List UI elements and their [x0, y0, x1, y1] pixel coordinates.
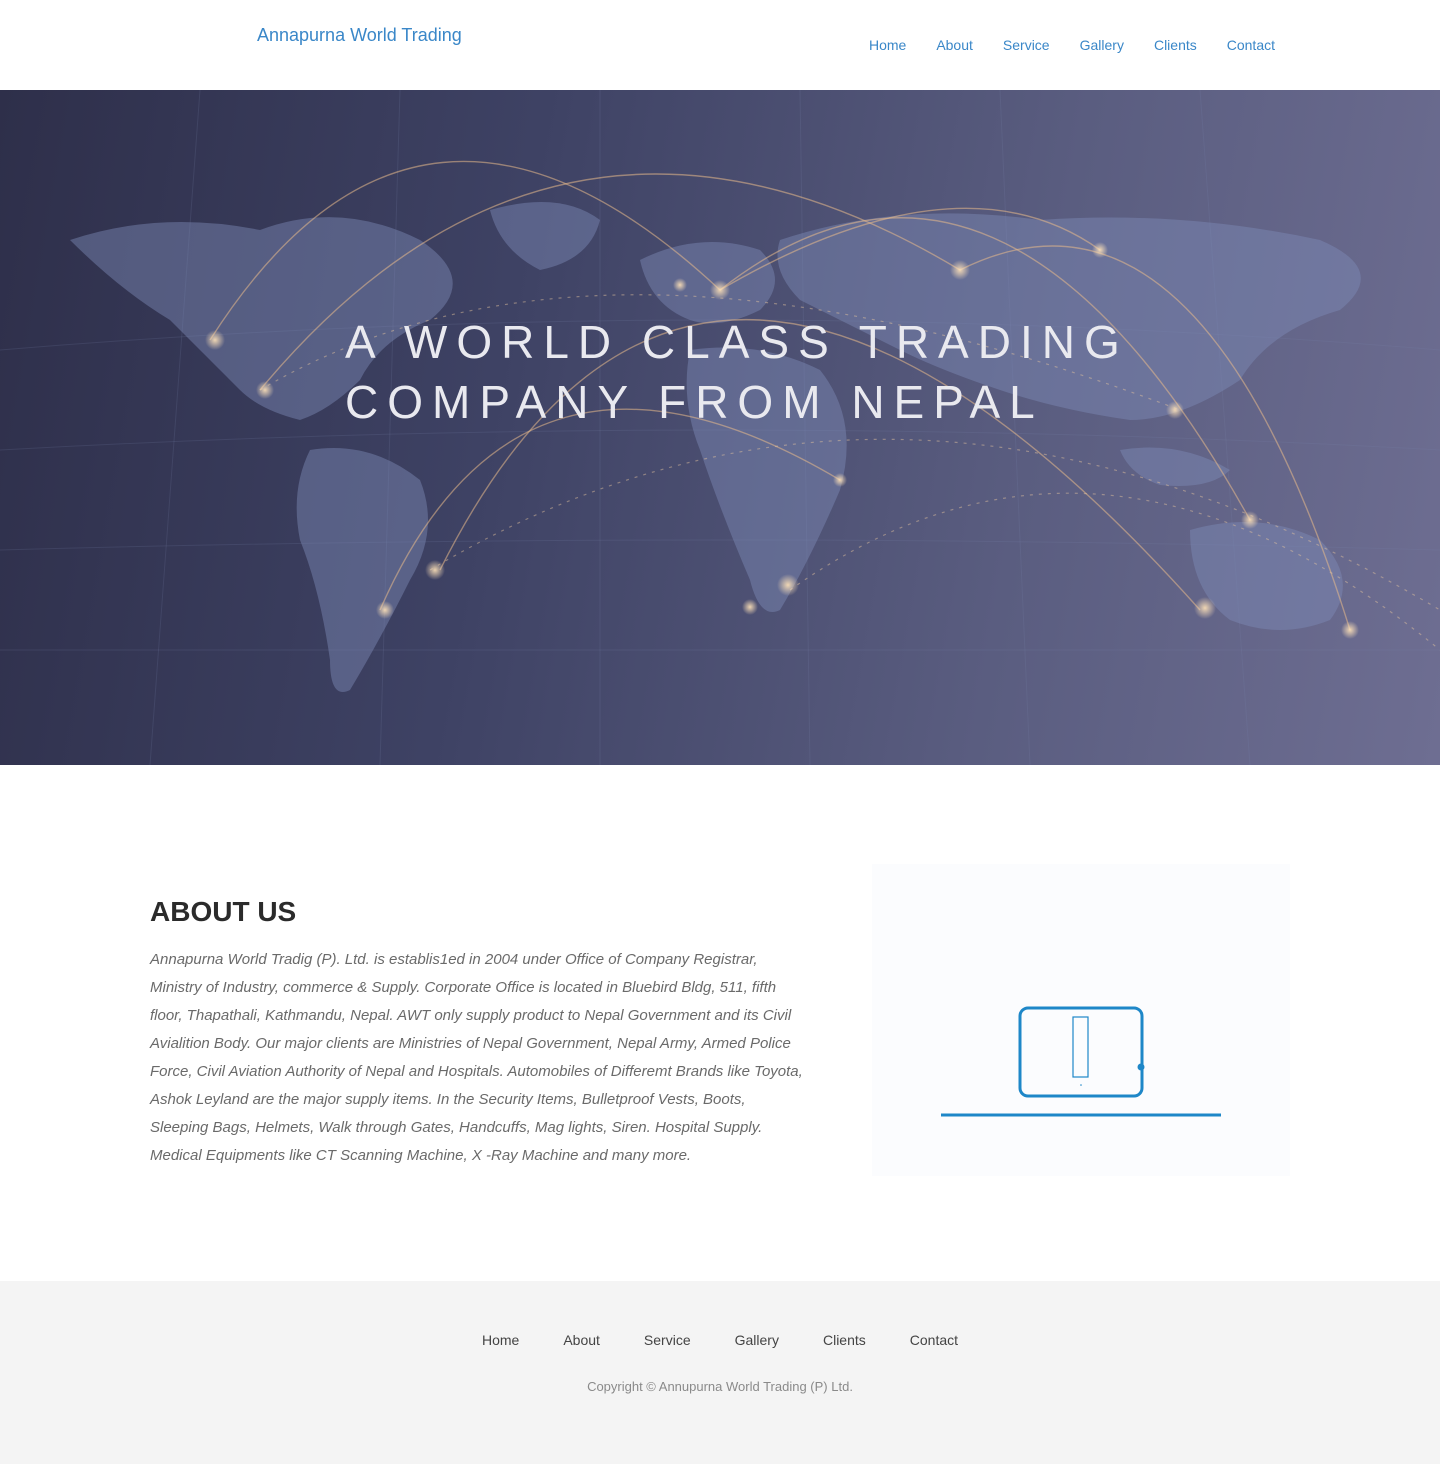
- nav-contact[interactable]: Contact: [1227, 36, 1275, 54]
- footer-nav-contact[interactable]: Contact: [910, 1331, 958, 1349]
- footer-nav-gallery[interactable]: Gallery: [735, 1331, 779, 1349]
- copyright-text: Copyright © Annupurna World Trading (P) …: [587, 1379, 853, 1394]
- nav-service[interactable]: Service: [1003, 36, 1050, 54]
- about-heading: ABOUT US: [150, 896, 297, 927]
- nav-about[interactable]: About: [936, 36, 973, 54]
- footer-nav-clients[interactable]: Clients: [823, 1331, 866, 1349]
- hero-title-line1: A WORLD CLASS TRADING: [345, 316, 1129, 368]
- hero-title-line2: COMPANY FROM NEPAL: [345, 376, 1044, 428]
- hero-title: A WORLD CLASS TRADING COMPANY FROM NEPAL: [345, 312, 1245, 432]
- footer-nav-about[interactable]: About: [563, 1331, 600, 1349]
- tablet-icon: [941, 1006, 1221, 1117]
- hero-banner: A WORLD CLASS TRADING COMPANY FROM NEPAL: [0, 90, 1440, 765]
- footer-nav: Home About Service Gallery Clients Conta…: [0, 1331, 1440, 1349]
- footer-nav-home[interactable]: Home: [482, 1331, 519, 1349]
- site-footer: Home About Service Gallery Clients Conta…: [0, 1281, 1440, 1464]
- about-description: Annapurna World Tradig (P). Ltd. is esta…: [150, 951, 803, 1164]
- nav-home[interactable]: Home: [869, 36, 906, 54]
- brand-link[interactable]: Annapurna World Trading: [257, 24, 462, 46]
- footer-nav-service[interactable]: Service: [644, 1331, 691, 1349]
- about-illustration: [872, 864, 1290, 1176]
- nav-gallery[interactable]: Gallery: [1080, 36, 1124, 54]
- site-header: Annapurna World Trading Home About Servi…: [0, 0, 1440, 90]
- main-nav: Home About Service Gallery Clients Conta…: [839, 36, 1275, 54]
- nav-clients[interactable]: Clients: [1154, 36, 1197, 54]
